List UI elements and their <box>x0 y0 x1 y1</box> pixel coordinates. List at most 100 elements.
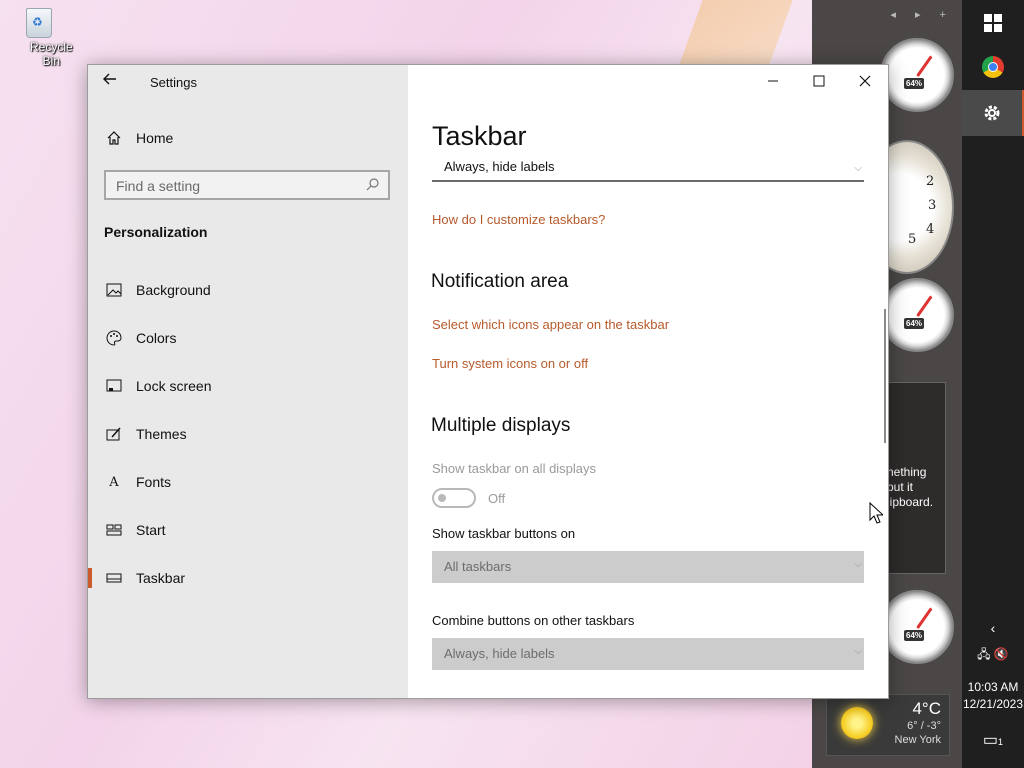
start-button[interactable] <box>962 0 1024 46</box>
combine-buttons-dropdown[interactable]: Always, hide labels ⌵ <box>432 155 864 182</box>
cpu-gauge-gadget[interactable]: 64% <box>880 38 954 112</box>
clock-number: 4 <box>926 222 935 237</box>
sidebar-item-label: Themes <box>136 426 187 442</box>
dropdown-value: All taskbars <box>444 559 512 574</box>
weather-temp: 4°C <box>912 699 941 718</box>
gauge-percent: 64% <box>904 318 925 329</box>
page-title: Taskbar <box>432 121 527 151</box>
themes-icon <box>105 425 123 443</box>
show-all-displays-label: Show taskbar on all displays <box>432 461 597 476</box>
sidebar-item-background[interactable]: Background <box>88 270 408 310</box>
fonts-icon: A <box>109 474 119 490</box>
settings-window: Settings Home Find a setting Personaliza… <box>87 64 889 699</box>
palette-icon <box>105 329 123 347</box>
volume-muted-icon[interactable]: 🔇 <box>994 647 1009 661</box>
chevron-down-icon: ⌵ <box>854 163 862 174</box>
settings-content: Taskbar Always, hide labels ⌵ How do I c… <box>408 65 888 698</box>
toggle-state-label: Off <box>488 491 506 506</box>
notification-area-heading: Notification area <box>431 271 569 292</box>
clipboard-text: lipboard. <box>887 495 934 509</box>
show-hidden-icons-chevron-icon[interactable]: ‹ <box>962 620 1024 636</box>
search-placeholder: Find a setting <box>116 178 201 194</box>
sidebar-item-label: Colors <box>136 330 177 346</box>
show-buttons-on-label: Show taskbar buttons on <box>432 526 576 541</box>
start-icon <box>105 521 123 539</box>
sidebar-item-themes[interactable]: Themes <box>88 414 408 454</box>
dropdown-value: Always, hide labels <box>444 159 555 174</box>
sidebar-item-label: Taskbar <box>136 570 186 586</box>
sidebar-item-taskbar[interactable]: Taskbar <box>88 558 408 598</box>
chevron-down-icon: ⌵ <box>854 646 862 657</box>
combine-buttons-other-dropdown[interactable]: Always, hide labels ⌵ <box>432 638 864 670</box>
tray-date: 12/21/2023 <box>962 697 1024 711</box>
clock-tray[interactable]: 10:03 AM 12/21/2023 <box>962 679 1024 713</box>
weather-city: New York <box>894 734 941 746</box>
close-icon <box>859 75 871 87</box>
minimize-icon <box>768 80 778 82</box>
sidebar-item-start[interactable]: Start <box>88 510 408 550</box>
home-icon <box>105 129 123 147</box>
multiple-displays-heading: Multiple displays <box>431 415 571 436</box>
chevron-down-icon: ⌵ <box>854 559 862 570</box>
network-volume-tray[interactable]: 🖧 🔇 <box>962 645 1024 666</box>
network-icon[interactable]: 🖧 <box>977 647 990 661</box>
clock-number: 3 <box>928 198 937 213</box>
recycle-bin-label: Recycle Bin <box>30 40 73 68</box>
sidebar-item-label: Background <box>136 282 211 298</box>
mouse-cursor-icon <box>869 502 883 524</box>
app-title: Settings <box>150 75 197 90</box>
content-scrollbar[interactable] <box>884 309 886 443</box>
chrome-icon <box>982 56 1004 78</box>
back-button[interactable] <box>102 71 124 93</box>
toggle-knob <box>438 494 446 502</box>
close-button[interactable] <box>842 65 888 97</box>
notification-count: 1 <box>998 737 1004 747</box>
recycle-bin-desktop-icon[interactable]: Recycle Bin <box>6 8 73 68</box>
cpu-gauge-gadget[interactable]: 64% <box>880 278 954 352</box>
sidebar-item-label: Lock screen <box>136 378 212 394</box>
gadget-controls[interactable]: ◂ ▸ + <box>890 8 954 21</box>
maximize-icon <box>813 75 825 87</box>
cpu-gauge-gadget[interactable]: 64% <box>880 590 954 664</box>
taskbar: ‹ 🖧 🔇 10:03 AM 12/21/2023 ▭1 <box>962 0 1024 768</box>
wallpaper-shape <box>677 0 793 70</box>
taskbar-icon <box>105 569 123 587</box>
sidebar-item-label: Fonts <box>136 474 172 490</box>
action-center-button[interactable]: ▭1 <box>962 730 1024 750</box>
weather-gadget[interactable]: 4°C 6° / -3° New York <box>826 694 950 756</box>
show-all-displays-toggle[interactable] <box>432 488 476 508</box>
section-title: Personalization <box>104 224 208 240</box>
search-input[interactable]: Find a setting <box>104 170 390 200</box>
lock-screen-icon <box>105 377 123 395</box>
show-buttons-on-dropdown[interactable]: All taskbars ⌵ <box>432 551 864 583</box>
sun-icon <box>841 707 873 739</box>
customize-taskbars-link[interactable]: How do I customize taskbars? <box>432 212 605 227</box>
sidebar-item-lock-screen[interactable]: Lock screen <box>88 366 408 406</box>
minimize-button[interactable] <box>750 65 796 97</box>
sidebar-item-colors[interactable]: Colors <box>88 318 408 358</box>
taskbar-chrome-button[interactable] <box>962 44 1024 90</box>
tray-time: 10:03 AM <box>967 680 1019 694</box>
notification-icon: ▭ <box>982 732 999 749</box>
image-icon <box>105 281 123 299</box>
search-icon <box>366 178 379 191</box>
dropdown-value: Always, hide labels <box>444 646 555 661</box>
maximize-button[interactable] <box>796 65 842 97</box>
sidebar-item-home[interactable]: Home <box>88 118 408 158</box>
clipboard-text: put it <box>887 480 914 494</box>
recycle-bin-icon <box>26 8 52 38</box>
clock-number: 5 <box>908 232 917 247</box>
settings-sidebar: Settings Home Find a setting Personaliza… <box>88 65 408 698</box>
clock-number: 2 <box>926 174 935 189</box>
back-arrow-icon <box>103 73 116 85</box>
sidebar-item-fonts[interactable]: A Fonts <box>88 462 408 502</box>
taskbar-settings-button[interactable] <box>962 90 1024 136</box>
clipboard-text: nething <box>887 465 927 479</box>
select-icons-link[interactable]: Select which icons appear on the taskbar <box>432 317 669 332</box>
system-icons-link[interactable]: Turn system icons on or off <box>432 356 588 371</box>
gauge-percent: 64% <box>904 630 925 641</box>
sidebar-item-label: Start <box>136 522 166 538</box>
sidebar-item-label: Home <box>136 130 174 146</box>
weather-range: 6° / -3° <box>907 720 941 732</box>
windows-logo-icon <box>984 14 1002 32</box>
